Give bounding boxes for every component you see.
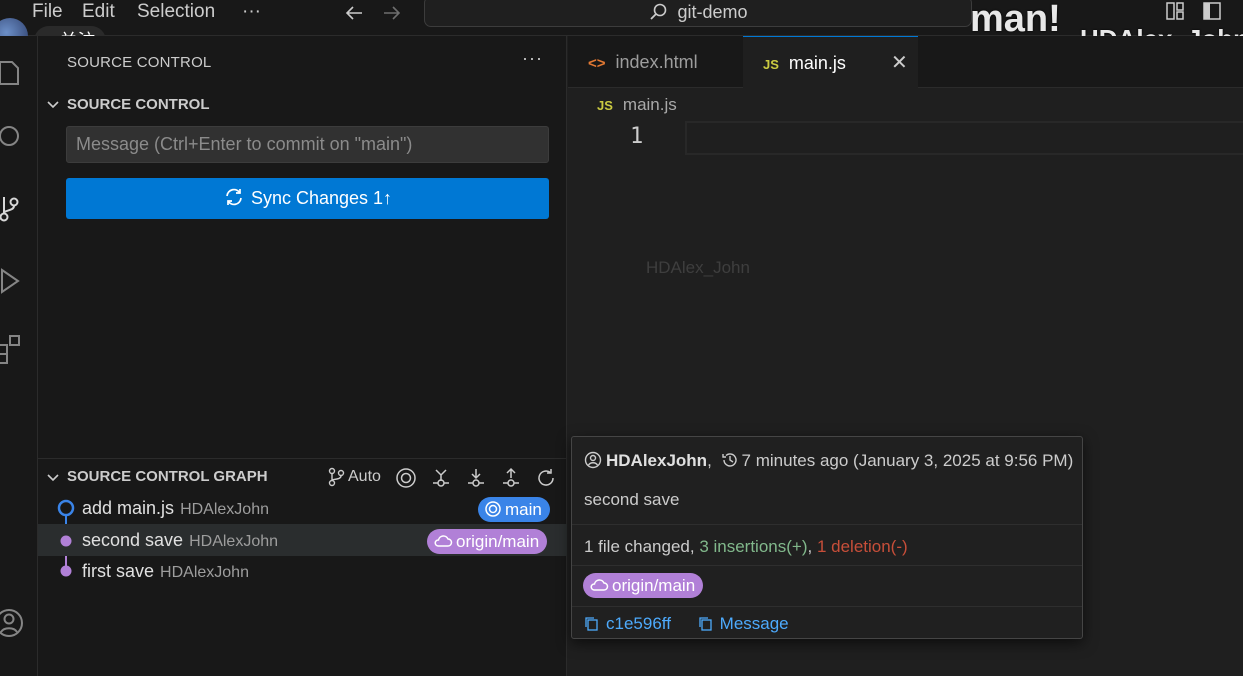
watermark-text: HDAlex_John <box>646 258 750 277</box>
commit-message: first save <box>82 561 155 581</box>
layout-icon[interactable] <box>1164 0 1186 22</box>
graph-commit-row[interactable]: second save HDAlexJohn origin/main <box>38 524 567 556</box>
ref-badge-label: main <box>505 500 542 519</box>
breadcrumb[interactable]: JS main.js <box>597 95 677 115</box>
hover-ref-badge[interactable]: origin/main <box>583 573 704 598</box>
copy-hash-link[interactable]: c1e596ff <box>584 614 671 633</box>
push-icon[interactable] <box>500 467 522 489</box>
target-icon[interactable] <box>395 467 417 489</box>
menu-selection[interactable]: Selection <box>137 0 215 24</box>
hover-message: second save <box>584 490 680 509</box>
cloud-icon <box>590 579 609 591</box>
divider <box>572 565 1082 566</box>
commit-hover-card: HDAlexJohn, 7 minutes ago (January 3, 20… <box>571 436 1083 639</box>
search-view-icon[interactable] <box>0 121 26 155</box>
run-debug-icon[interactable] <box>0 264 26 298</box>
breadcrumb-label: main.js <box>622 95 677 114</box>
tab-main-js[interactable]: JS main.js ✕ <box>743 36 918 88</box>
commit-message-input[interactable] <box>66 126 549 163</box>
editor-current-line[interactable] <box>685 121 1243 155</box>
graph-commit-row[interactable]: add main.js HDAlexJohn main <box>38 492 567 524</box>
menu-file[interactable]: File <box>32 0 63 24</box>
source-control-section-title[interactable]: SOURCE CONTROL <box>67 96 210 113</box>
refresh-icon[interactable] <box>535 467 557 489</box>
tab-label: main.js <box>788 53 846 73</box>
commit-author: HDAlexJohn <box>180 501 269 518</box>
command-center[interactable]: git-demo <box>424 0 972 27</box>
copy-icon <box>585 617 598 631</box>
hover-stats: 1 file changed, 3 insertions(+), 1 delet… <box>572 537 1082 557</box>
hover-insertions: 3 insertions(+) <box>699 537 808 556</box>
cloud-icon <box>434 535 453 547</box>
source-control-sidebar: SOURCE CONTROL ··· SOURCE CONTROL Sync C… <box>38 36 567 676</box>
chevron-down-icon[interactable] <box>46 98 60 112</box>
hover-hash: c1e596ff <box>606 614 671 633</box>
copy-message-link[interactable]: Message <box>698 614 789 633</box>
graph-auto-label[interactable]: Auto <box>348 468 381 486</box>
history-icon <box>721 453 737 467</box>
commit-node-icon <box>60 565 72 577</box>
activity-bar <box>0 36 38 676</box>
js-file-icon: JS <box>597 98 613 113</box>
command-center-text: git-demo <box>677 2 748 22</box>
hover-stats-sep: , <box>807 537 817 556</box>
menu-edit[interactable]: Edit <box>82 0 115 24</box>
commit-node-icon <box>60 535 72 547</box>
ref-badge-label: origin/main <box>456 532 540 551</box>
commit-author: HDAlexJohn <box>189 533 279 550</box>
js-file-icon: JS <box>763 57 779 72</box>
hover-message-link: Message <box>719 614 789 633</box>
back-arrow-icon[interactable] <box>343 2 365 24</box>
graph-commit-row[interactable]: first save HDAlexJohn <box>38 556 567 588</box>
line-number: 1 <box>630 124 644 149</box>
commit-message: second save <box>82 530 184 550</box>
sidebar-header: SOURCE CONTROL <box>67 54 212 71</box>
commit-message: add main.js <box>82 498 175 518</box>
hover-card-header: HDAlexJohn, 7 minutes ago (January 3, 20… <box>572 451 1082 471</box>
fetch-icon[interactable] <box>430 467 452 489</box>
chevron-down-icon[interactable] <box>46 471 60 485</box>
pull-icon[interactable] <box>465 467 487 489</box>
explorer-icon[interactable] <box>0 56 26 90</box>
menu-more[interactable]: ··· <box>242 0 261 24</box>
divider <box>572 606 1082 607</box>
source-control-icon[interactable] <box>0 191 26 225</box>
sync-changes-label: Sync Changes 1↑ <box>250 188 393 208</box>
divider <box>572 524 1082 525</box>
hover-author: HDAlexJohn <box>606 451 708 470</box>
html-file-icon: <> <box>588 55 606 72</box>
forward-arrow-icon[interactable] <box>381 2 403 24</box>
account-icon <box>584 451 602 469</box>
branch-icon[interactable] <box>326 467 346 487</box>
sync-icon <box>226 188 242 206</box>
copy-icon <box>699 617 712 631</box>
search-icon <box>650 3 667 20</box>
close-icon[interactable]: ✕ <box>891 37 908 89</box>
toggle-sidebar-icon[interactable] <box>1201 0 1223 22</box>
tab-label: index.html <box>615 52 698 72</box>
sync-changes-button[interactable]: Sync Changes 1↑ <box>66 178 549 219</box>
commit-node-head-icon <box>57 499 75 517</box>
hover-files-changed: 1 file changed, <box>584 537 700 556</box>
extensions-icon[interactable] <box>0 331 26 365</box>
hover-ref-label: origin/main <box>612 576 696 595</box>
tab-index-html[interactable]: <> index.html <box>568 36 743 88</box>
editor-tab-bar: <> index.html JS main.js ✕ <box>568 36 1243 88</box>
overlay-big-text: man! <box>970 0 1061 40</box>
title-bar: File Edit Selection ··· git-demo man! <box>0 0 1243 54</box>
hover-time: 7 minutes ago (January 3, 2025 at 9:56 P… <box>741 451 1074 470</box>
ref-badge-origin-main[interactable]: origin/main <box>427 529 548 554</box>
hover-comma: , <box>707 451 712 470</box>
hover-deletions: 1 deletion(-) <box>816 537 908 556</box>
account-icon[interactable] <box>0 606 26 640</box>
target-icon <box>485 501 501 517</box>
commit-author: HDAlexJohn <box>160 564 249 581</box>
hover-actions: c1e596ff Message <box>572 614 1082 634</box>
source-control-graph-header: SOURCE CONTROL GRAPH Auto <box>38 458 567 492</box>
sidebar-more-button[interactable]: ··· <box>522 48 543 69</box>
ref-badge-main[interactable]: main <box>478 497 550 522</box>
graph-section-title[interactable]: SOURCE CONTROL GRAPH <box>67 468 268 485</box>
